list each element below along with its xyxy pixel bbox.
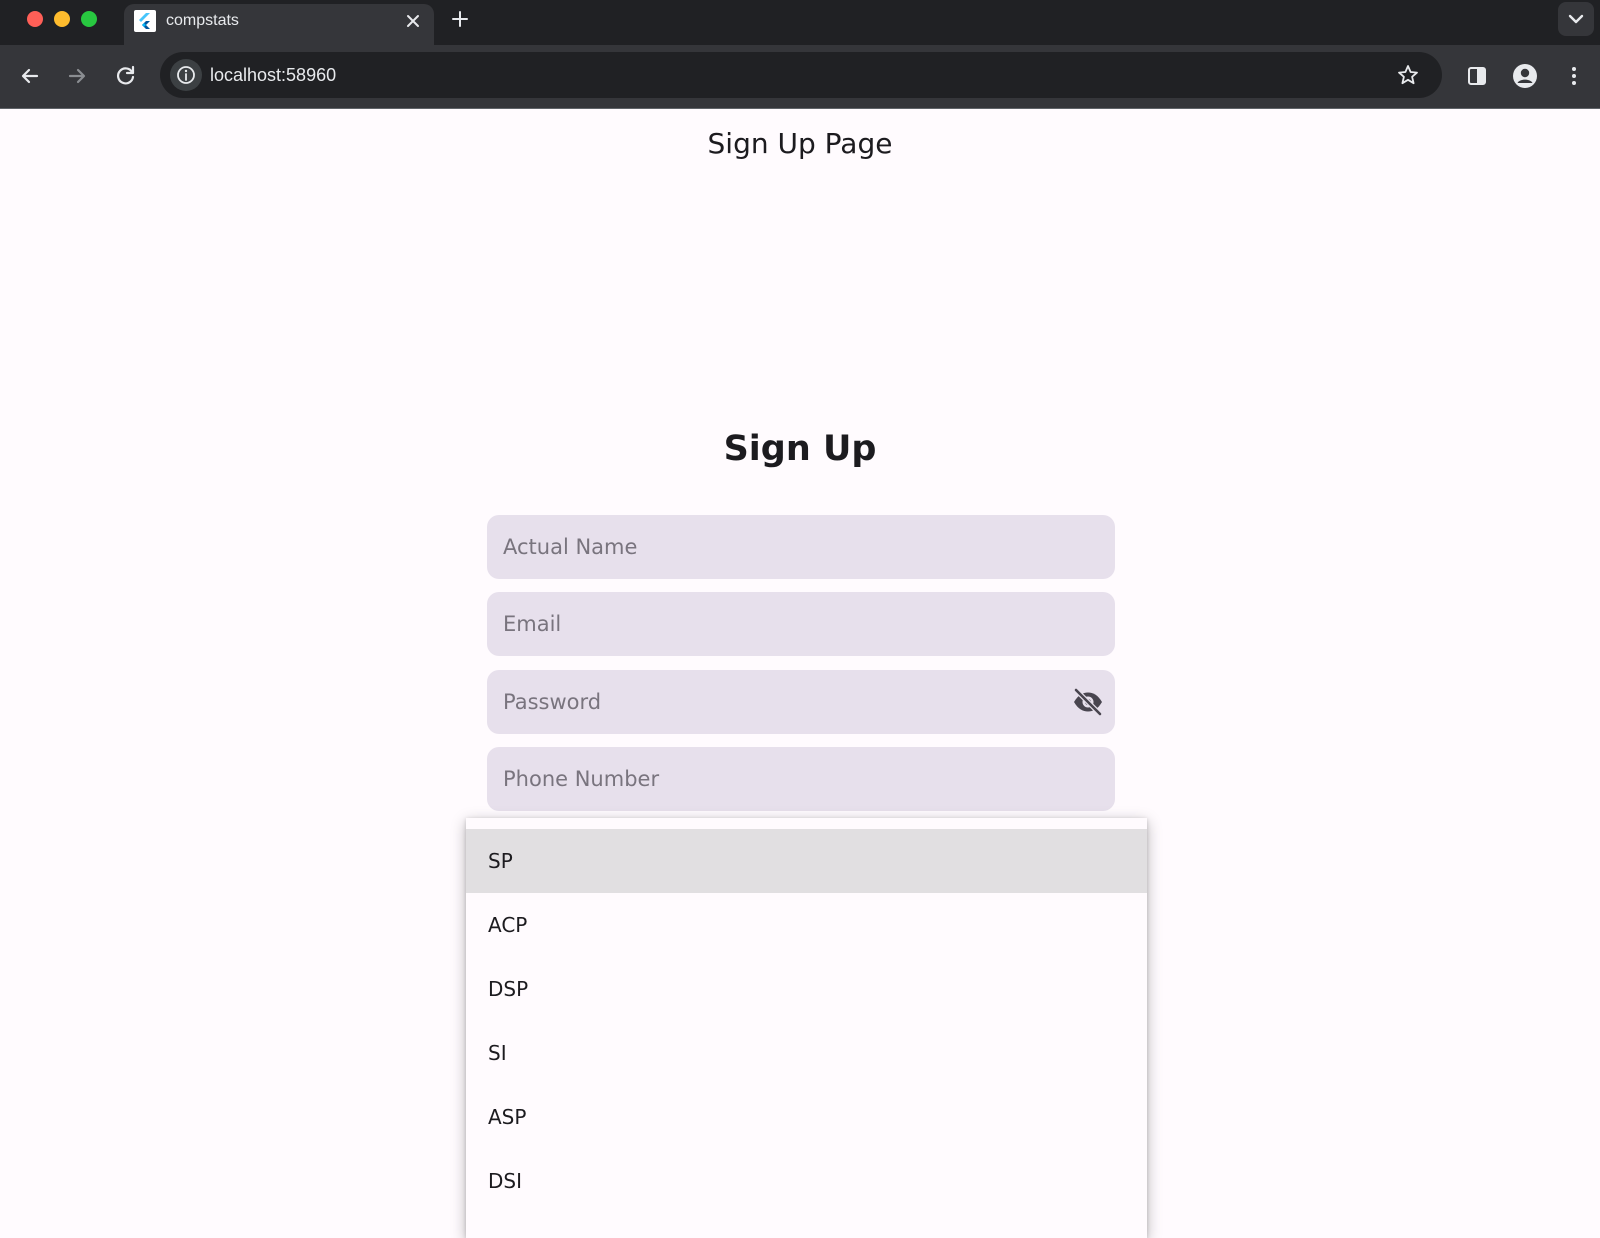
form-heading: Sign Up [723, 429, 877, 469]
flutter-favicon-icon [134, 10, 156, 32]
actual-name-field[interactable] [487, 515, 1115, 579]
address-bar[interactable]: localhost:58960 [160, 52, 1442, 98]
chevron-down-icon [1568, 14, 1584, 24]
more-icon[interactable] [1561, 63, 1587, 89]
tab-title: compstats [166, 12, 239, 29]
tab-close-icon[interactable] [402, 10, 424, 32]
reload-icon[interactable] [113, 63, 139, 89]
browser-toolbar: localhost:58960 [0, 45, 1600, 109]
info-icon[interactable] [170, 59, 202, 91]
password-field[interactable] [487, 670, 1115, 734]
email-input[interactable] [503, 592, 1043, 656]
rank-dropdown-menu: SP ACP DSP SI ASP DSI [466, 818, 1147, 1238]
new-tab-icon[interactable] [448, 7, 472, 31]
menu-item-dsp[interactable]: DSP [466, 957, 1147, 1021]
phone-number-input[interactable] [503, 747, 1043, 811]
password-input[interactable] [503, 670, 1043, 734]
menu-item-asp[interactable]: ASP [466, 1085, 1147, 1149]
window-minimize-dot[interactable] [54, 11, 70, 27]
menu-item-si[interactable]: SI [466, 1021, 1147, 1085]
phone-number-field[interactable] [487, 747, 1115, 811]
window-close-dot[interactable] [27, 11, 43, 27]
email-field[interactable] [487, 592, 1115, 656]
menu-item-sp[interactable]: SP [466, 829, 1147, 893]
window-maximize-dot[interactable] [81, 11, 97, 27]
browser-tab[interactable]: compstats [124, 4, 434, 45]
menu-item-dsi[interactable]: DSI [466, 1149, 1147, 1213]
star-icon[interactable] [1396, 63, 1420, 87]
side-panel-icon[interactable] [1464, 63, 1490, 89]
actual-name-input[interactable] [503, 515, 1043, 579]
page-title: Sign Up Page [707, 127, 893, 160]
browser-tab-strip: compstats [0, 0, 1600, 45]
forward-icon[interactable] [64, 63, 90, 89]
visibility-off-icon[interactable] [1071, 686, 1105, 718]
menu-item-acp[interactable]: ACP [466, 893, 1147, 957]
url-text: localhost:58960 [210, 65, 337, 85]
tab-search-button[interactable] [1558, 2, 1594, 36]
back-icon[interactable] [17, 63, 43, 89]
profile-icon[interactable] [1512, 63, 1538, 89]
